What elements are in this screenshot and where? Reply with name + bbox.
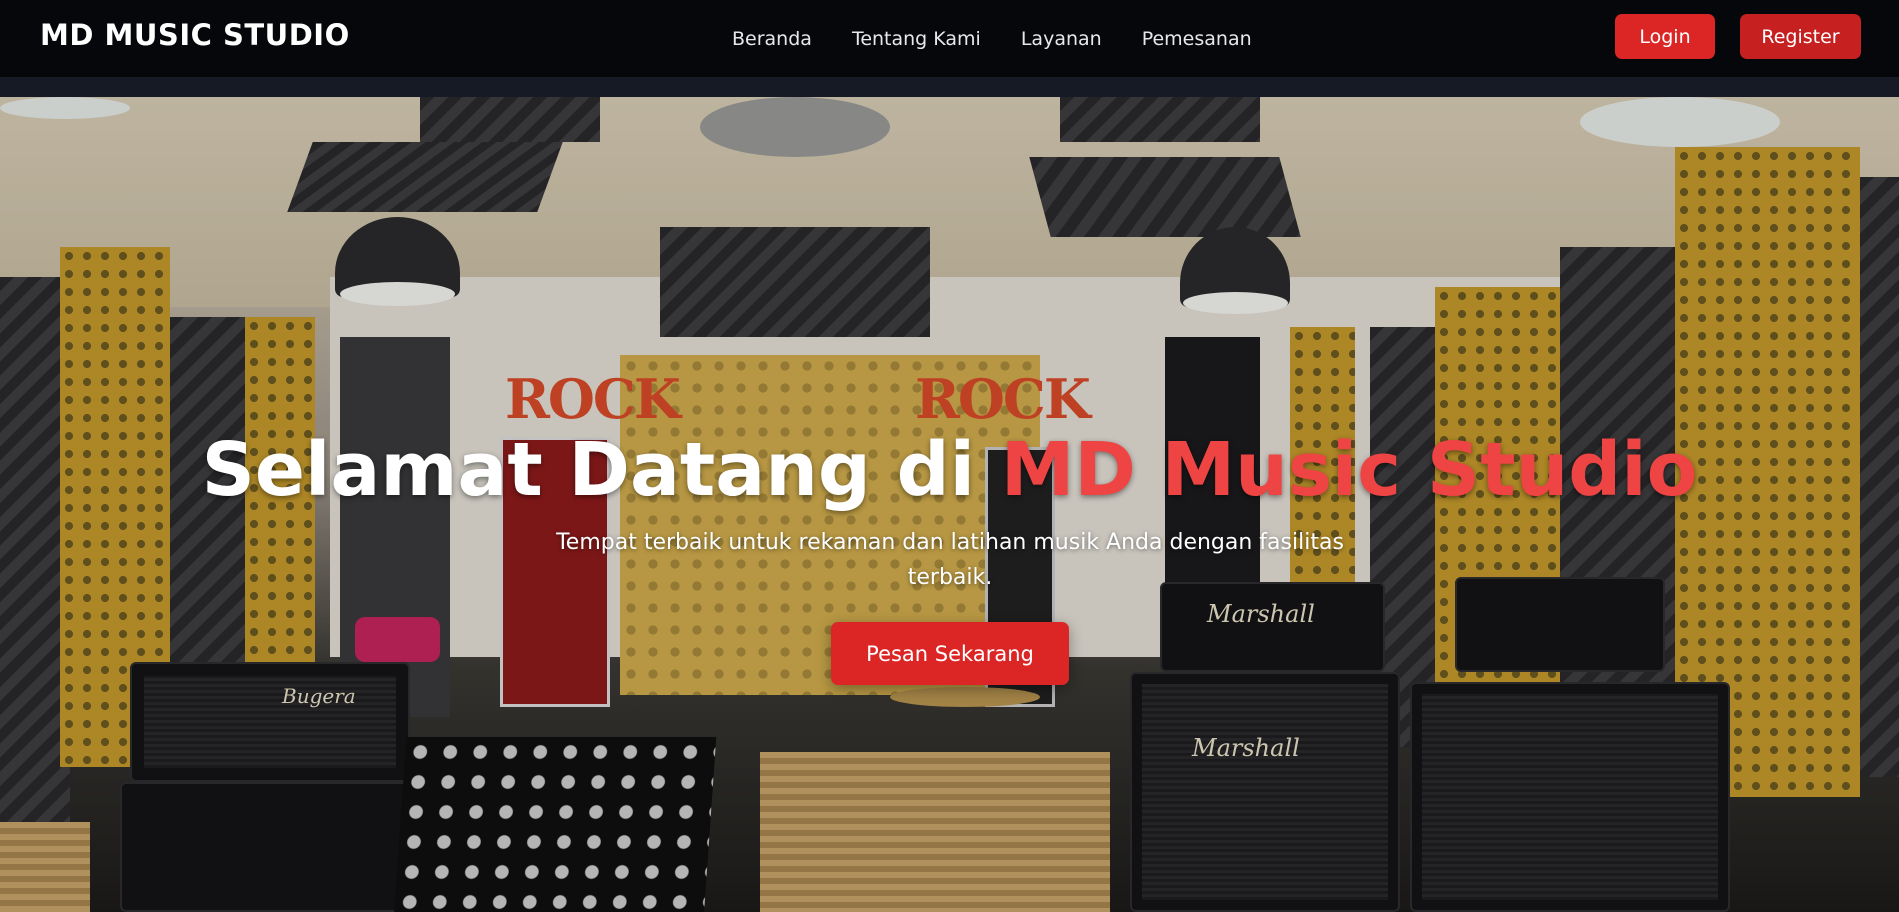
navbar-divider [0,77,1899,97]
brand-logo[interactable]: MD MUSIC STUDIO [40,18,350,52]
navbar: MD MUSIC STUDIO Beranda Tentang Kami Lay… [0,0,1899,77]
nav-link-beranda[interactable]: Beranda [732,28,812,50]
login-button[interactable]: Login [1615,14,1715,59]
hero-section: ROCK ROCK Marshall Marshall Bugera Selam… [0,97,1899,912]
nav-link-pemesanan[interactable]: Pemesanan [1142,28,1252,50]
hero-title: Selamat Datang di MD Music Studio [0,427,1899,513]
hero-subtitle: Tempat terbaik untuk rekaman dan latihan… [556,530,1344,590]
register-button[interactable]: Register [1740,14,1861,59]
nav-link-tentang-kami[interactable]: Tentang Kami [852,28,981,50]
book-now-button[interactable]: Pesan Sekarang [831,622,1069,685]
nav-link-layanan[interactable]: Layanan [1021,28,1102,50]
nav-links: Beranda Tentang Kami Layanan Pemesanan [732,0,1292,77]
hero-title-prefix: Selamat Datang di [201,427,1001,513]
hero-title-accent: MD Music Studio [1000,427,1698,513]
